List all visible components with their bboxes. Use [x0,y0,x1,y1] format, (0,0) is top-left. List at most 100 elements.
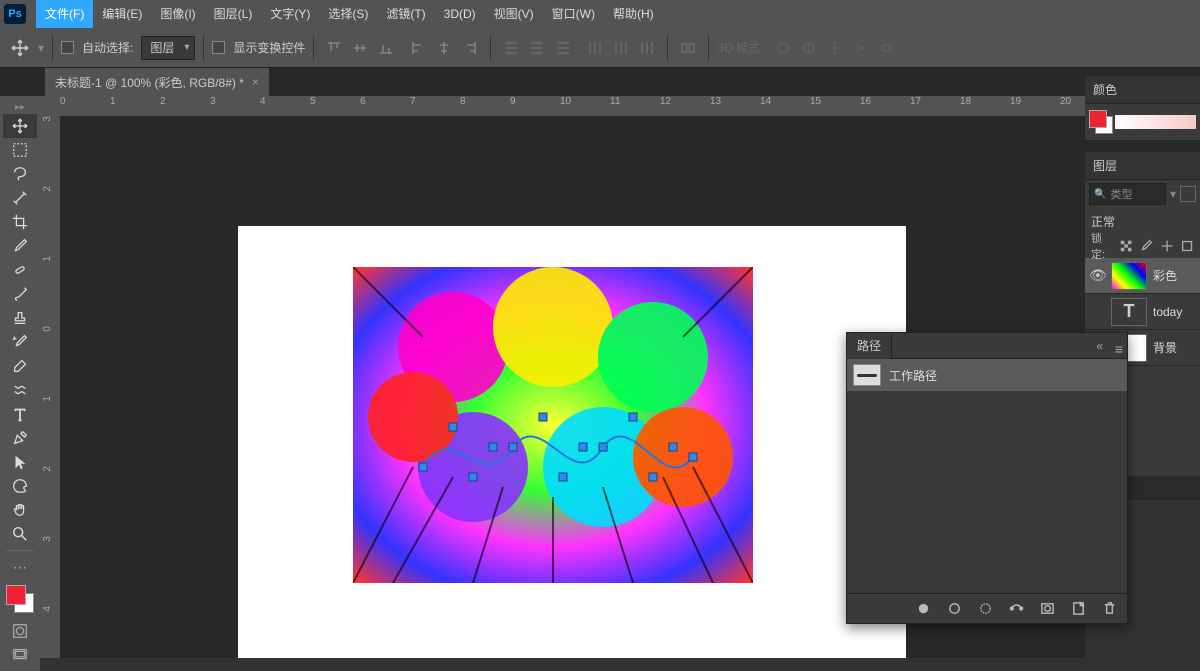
screenmode-icon[interactable] [3,643,37,667]
color-swatches[interactable] [6,585,34,613]
path-name[interactable]: 工作路径 [889,367,937,384]
distribute-left-icon[interactable] [583,36,607,60]
menu-type[interactable]: 文字(Y) [261,0,319,28]
history-brush-tool[interactable] [3,330,37,354]
eyedropper-tool[interactable] [3,234,37,258]
align-vcenter-icon[interactable] [348,36,372,60]
menu-image[interactable]: 图像(I) [151,0,204,28]
show-transform-checkbox[interactable] [212,41,225,54]
auto-select-dropdown[interactable]: 图层 [141,36,195,60]
layer-thumbnail[interactable]: T [1111,298,1147,326]
move-tool[interactable] [3,114,37,138]
3d-roll-icon [797,36,821,60]
menu-3d[interactable]: 3D(D) [435,0,485,28]
menu-layer[interactable]: 图层(L) [205,0,262,28]
tool-preset-picker[interactable] [10,38,30,58]
lock-artboard-icon[interactable] [1180,238,1194,254]
hand-tool[interactable] [3,498,37,522]
lock-label: 锁定: [1091,230,1113,262]
layer-row[interactable]: T today [1085,294,1200,330]
visibility-icon[interactable]: 👁 [1089,267,1105,284]
make-workpath-icon[interactable] [1009,601,1024,616]
paths-panel[interactable]: 路径 « ≡ 工作路径 [846,332,1128,624]
wand-tool[interactable] [3,186,37,210]
layer-row[interactable]: 👁 彩色 [1085,258,1200,294]
menu-filter[interactable]: 滤镜(T) [377,0,434,28]
edit-toolbar-icon[interactable]: ⋯ [3,555,37,579]
3d-mode-label: 3D 模式: [717,39,763,56]
align-left-icon[interactable] [406,36,430,60]
paths-tab[interactable]: 路径 [847,333,892,359]
panel-collapse-icon[interactable]: « [1096,339,1103,353]
menu-view[interactable]: 视图(V) [485,0,543,28]
auto-align-icon[interactable] [676,36,700,60]
document-tab[interactable]: 未标题-1 @ 100% (彩色, RGB/8#) * × [45,68,269,96]
distribute-vcenter-icon[interactable] [525,36,549,60]
layer-name[interactable]: today [1153,305,1182,319]
pen-tool[interactable] [3,426,37,450]
shape-tool[interactable] [3,474,37,498]
vertical-ruler[interactable]: 32101234 [40,116,60,658]
close-tab-icon[interactable]: × [252,75,259,89]
distribute-hcenter-icon[interactable] [609,36,633,60]
expand-toolbar-icon[interactable]: ▸▸ [3,100,37,114]
crop-tool[interactable] [3,210,37,234]
fill-path-icon[interactable] [916,601,931,616]
layer-thumbnail[interactable] [1111,262,1147,290]
paths-panel-header[interactable]: 路径 « ≡ [847,333,1127,359]
auto-select-checkbox[interactable] [61,41,74,54]
align-bottom-icon[interactable] [374,36,398,60]
stamp-tool[interactable] [3,306,37,330]
type-tool[interactable] [3,402,37,426]
menu-help[interactable]: 帮助(H) [604,0,663,28]
app-logo: Ps [4,4,26,24]
layer-name[interactable]: 彩色 [1153,267,1177,284]
quickmask-icon[interactable] [3,619,37,643]
eraser-tool[interactable] [3,354,37,378]
3d-orbit-icon [771,36,795,60]
3d-slide-icon [849,36,873,60]
horizontal-ruler[interactable]: 01234567891011121314151617181920 [40,96,1085,116]
document-tab-title: 未标题-1 @ 100% (彩色, RGB/8#) * [55,74,244,91]
new-path-icon[interactable] [1071,601,1086,616]
layer-name[interactable]: 背景 [1153,339,1177,356]
document-tabs: 未标题-1 @ 100% (彩色, RGB/8#) * × [0,68,1200,96]
color-panel-body[interactable] [1089,110,1196,134]
distribute-group-1 [499,36,575,60]
layer-filter-dropdown[interactable]: 类型 [1089,183,1166,205]
delete-path-icon[interactable] [1102,601,1117,616]
lasso-tool[interactable] [3,162,37,186]
align-hcenter-icon[interactable] [432,36,456,60]
heal-tool[interactable] [3,258,37,282]
color-panel-tab[interactable]: 颜色 [1085,76,1200,104]
path-select-tool[interactable] [3,450,37,474]
lock-pixels-icon[interactable] [1119,238,1133,254]
align-top-icon[interactable] [322,36,346,60]
lock-brush-icon[interactable] [1139,238,1153,254]
layer-filter-chevron-icon[interactable]: ▾ [1170,187,1176,201]
zoom-tool[interactable] [3,522,37,546]
layers-panel-tab[interactable]: 图层 [1085,152,1200,180]
brush-tool[interactable] [3,282,37,306]
path-row[interactable]: 工作路径 [847,359,1127,391]
distribute-bottom-icon[interactable] [551,36,575,60]
stroke-path-icon[interactable] [947,601,962,616]
layer-filter-row: 类型 ▾ [1085,180,1200,208]
lock-position-icon[interactable] [1160,238,1174,254]
marquee-tool[interactable] [3,138,37,162]
align-right-icon[interactable] [458,36,482,60]
distribute-right-icon[interactable] [635,36,659,60]
distribute-top-icon[interactable] [499,36,523,60]
menu-select[interactable]: 选择(S) [319,0,377,28]
menu-edit[interactable]: 编辑(E) [93,0,151,28]
add-mask-icon[interactable] [1040,601,1055,616]
panel-menu-icon[interactable]: ≡ [1115,341,1121,357]
path-thumbnail[interactable] [853,364,881,386]
menu-window[interactable]: 窗口(W) [543,0,604,28]
menu-file[interactable]: 文件(F) [36,0,93,28]
load-selection-icon[interactable] [978,601,993,616]
artwork-image [353,267,753,583]
gradient-tool[interactable] [3,378,37,402]
options-bar: ▾ 自动选择: 图层 显示变换控件 3D 模式: [0,28,1200,68]
layer-filter-toggle-icon[interactable] [1180,186,1196,202]
